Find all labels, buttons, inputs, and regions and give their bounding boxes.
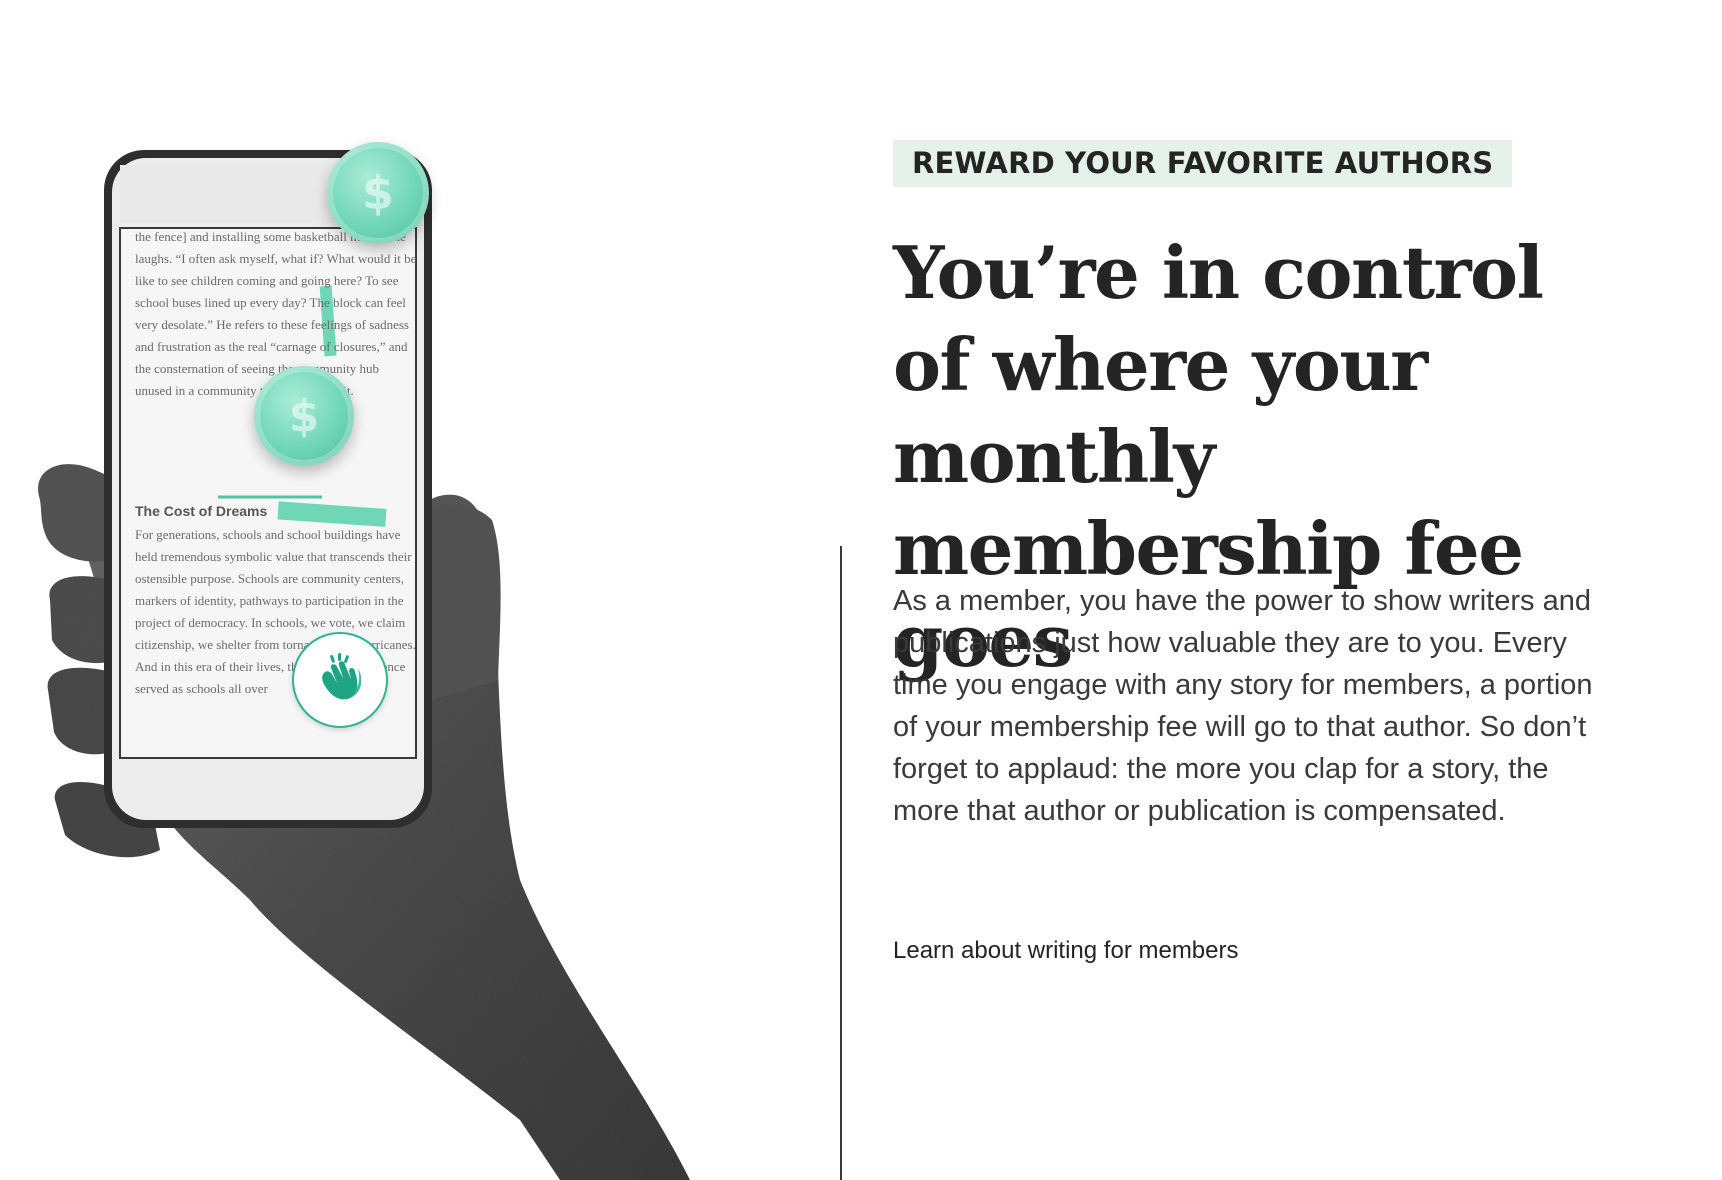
- clap-hands-icon: [322, 653, 362, 700]
- hand-holding-phone-illustration: the fence] and installing some basketbal…: [0, 0, 820, 1180]
- coin-icon: $: [254, 366, 354, 466]
- content-column: REWARD YOUR FAVORITE AUTHORS You’re in c…: [893, 140, 1653, 964]
- vertical-divider: [840, 546, 842, 1180]
- membership-page: the fence] and installing some basketbal…: [0, 0, 1722, 1180]
- body-paragraph: As a member, you have the power to show …: [893, 585, 1593, 827]
- coin-icon: $: [327, 142, 429, 244]
- article-section-heading: The Cost of Dreams: [135, 503, 268, 519]
- clap-icon: [292, 632, 388, 728]
- learn-writing-for-members-link[interactable]: Learn about writing for members: [893, 936, 1239, 966]
- eyebrow-label: REWARD YOUR FAVORITE AUTHORS: [893, 140, 1513, 187]
